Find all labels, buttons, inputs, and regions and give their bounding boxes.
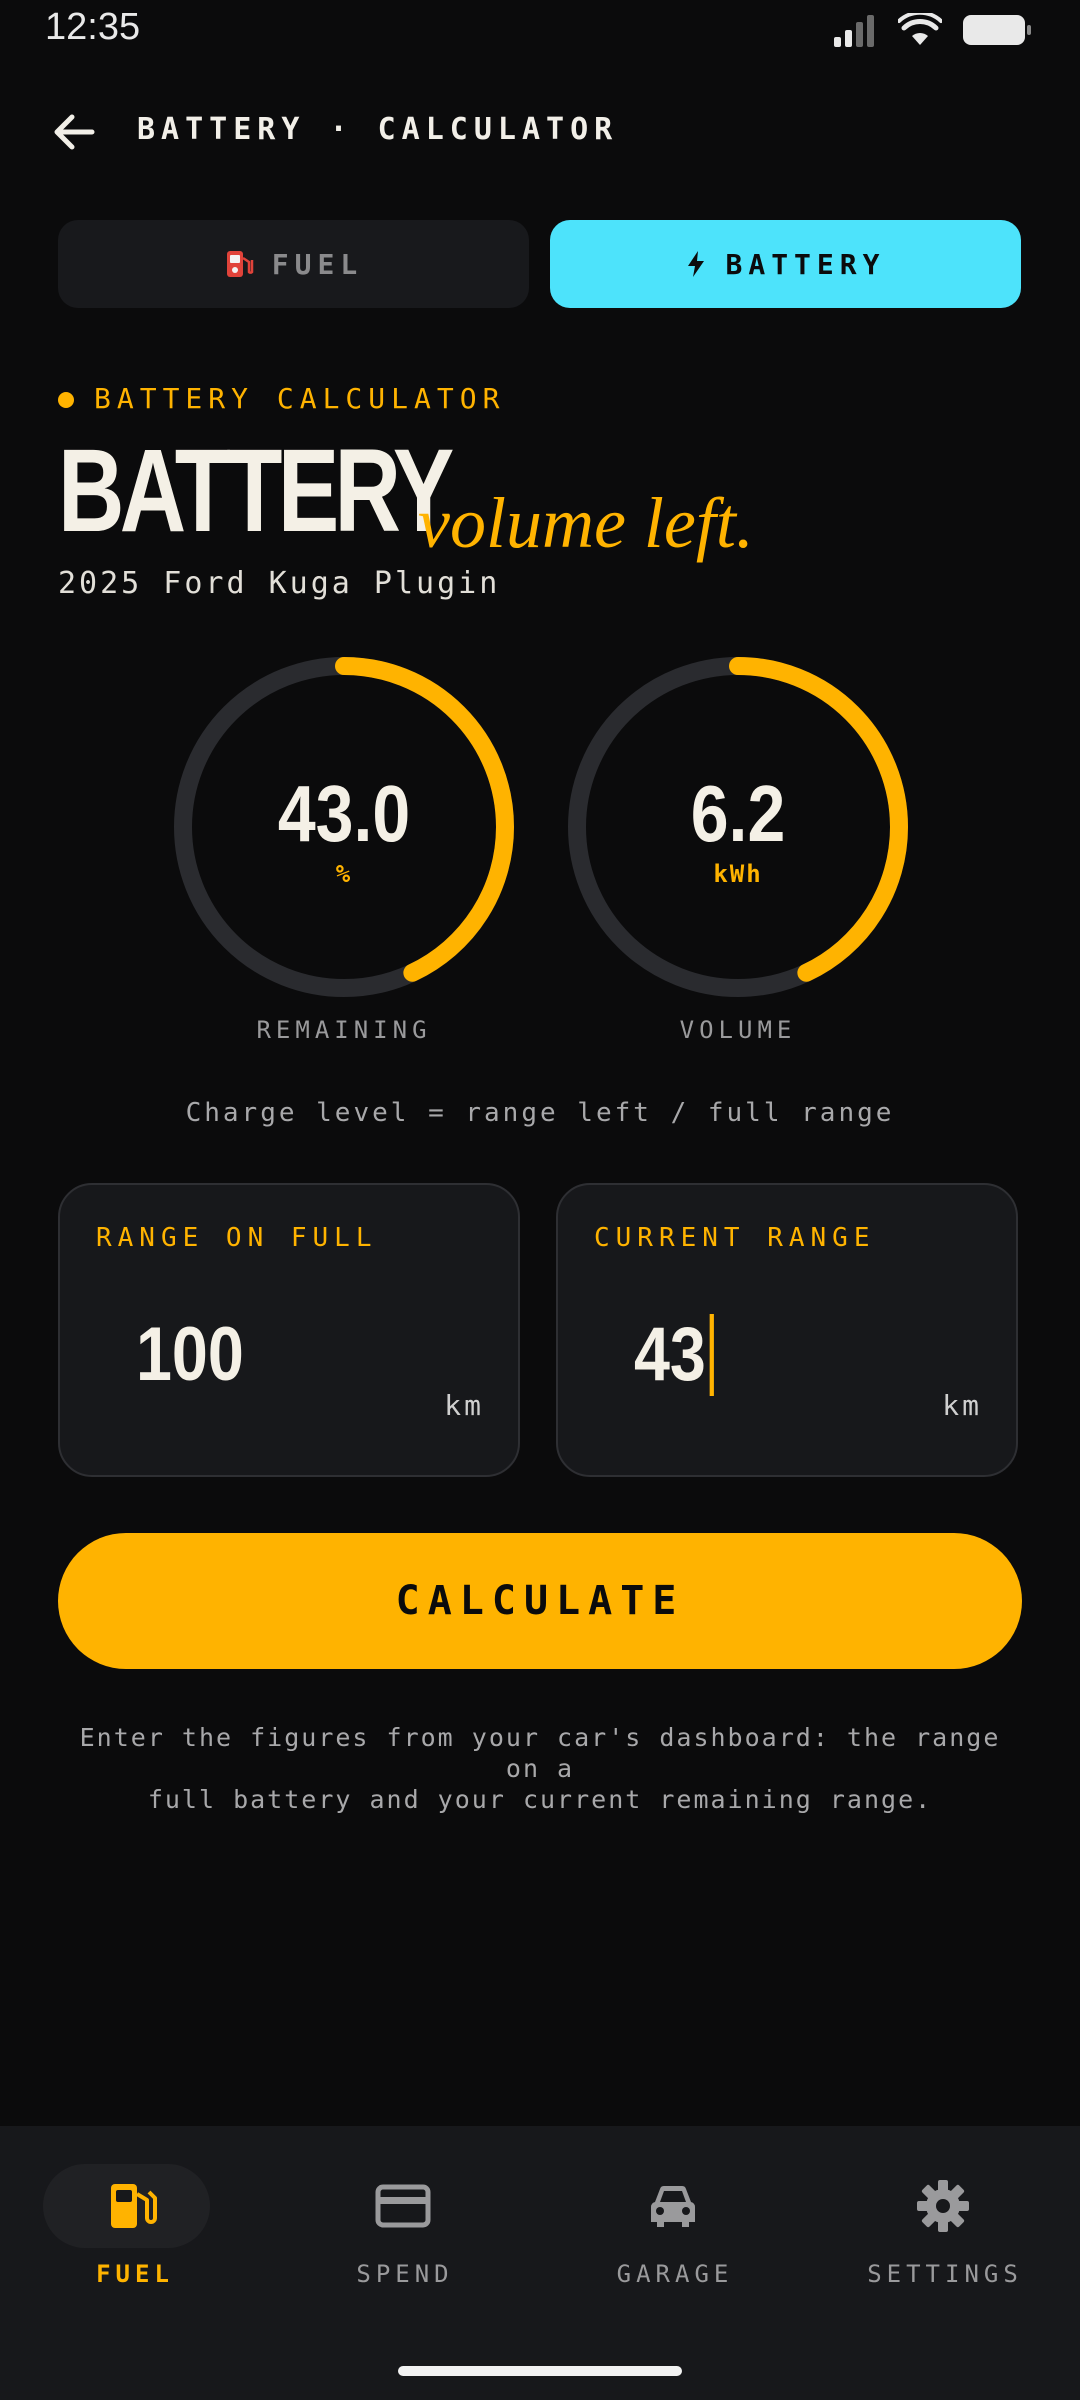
wifi-icon — [898, 13, 942, 45]
status-time: 12:35 — [45, 6, 141, 48]
signal-icon — [834, 15, 874, 47]
volume-unit: kWh — [713, 860, 763, 888]
vehicle-name: 2025 Ford Kuga Plugin — [58, 566, 501, 601]
credit-card-icon — [375, 2184, 431, 2228]
remaining-unit: % — [335, 860, 353, 888]
nav-garage-label: GARAGE — [616, 2260, 734, 2288]
help-text-line-1: Enter the figures from your car's dashbo… — [79, 1723, 1001, 1783]
fuel-pump-icon — [226, 251, 254, 277]
tab-fuel[interactable]: FUEL — [58, 220, 529, 308]
fuel-pump-icon — [111, 2184, 157, 2228]
current-range-unit: km — [942, 1389, 982, 1422]
nav-garage[interactable]: GARAGE — [540, 2126, 810, 2326]
back-arrow-icon[interactable] — [50, 108, 98, 156]
remaining-value: 43.0 — [277, 769, 411, 858]
tab-fuel-label: FUEL — [271, 247, 364, 281]
hero-title-italic: volume left. — [418, 483, 754, 563]
nav-spend[interactable]: SPEND — [270, 2126, 540, 2326]
remaining-label: REMAINING — [256, 1016, 432, 1044]
remaining-gauge: 43.0 % REMAINING — [173, 656, 515, 1044]
help-text: Enter the figures from your car's dashbo… — [58, 1722, 1022, 1815]
eyebrow-dot — [58, 392, 74, 408]
range-on-full-label: RANGE ON FULL — [96, 1223, 378, 1253]
hero-title: BATTERY — [58, 425, 454, 557]
volume-value: 6.2 — [690, 769, 786, 858]
gear-icon — [917, 2180, 969, 2232]
section-eyebrow: BATTERY CALCULATOR — [94, 382, 506, 415]
home-indicator[interactable] — [398, 2366, 682, 2376]
range-on-full-input[interactable]: 100 — [136, 1311, 244, 1398]
range-on-full-card[interactable]: RANGE ON FULL 100 km — [58, 1183, 520, 1477]
current-range-input[interactable]: 43 — [634, 1311, 714, 1398]
calculate-button[interactable]: CALCULATE — [58, 1533, 1022, 1669]
lightning-icon — [688, 251, 705, 277]
text-caret — [709, 1313, 714, 1396]
battery-status-icon — [963, 15, 1031, 45]
nav-fuel-label: FUEL — [96, 2260, 174, 2288]
page-title: BATTERY · CALCULATOR — [137, 112, 619, 147]
nav-fuel[interactable]: FUEL — [0, 2126, 270, 2326]
nav-settings[interactable]: SETTINGS — [810, 2126, 1080, 2326]
nav-settings-label: SETTINGS — [867, 2260, 1023, 2288]
current-range-label: CURRENT RANGE — [594, 1223, 876, 1253]
tab-battery[interactable]: BATTERY — [550, 220, 1021, 308]
tab-battery-label: BATTERY — [725, 247, 886, 281]
range-on-full-unit: km — [444, 1389, 484, 1422]
car-icon — [650, 2185, 696, 2227]
formula-text: Charge level = range left / full range — [185, 1098, 895, 1128]
nav-spend-label: SPEND — [356, 2260, 454, 2288]
range-on-full-value: 100 — [136, 1312, 244, 1397]
current-range-value: 43 — [634, 1312, 706, 1397]
current-range-card[interactable]: CURRENT RANGE 43 km — [556, 1183, 1018, 1477]
help-text-line-2: full battery and your current remaining … — [147, 1785, 933, 1814]
status-icons — [832, 12, 1032, 48]
volume-label: VOLUME — [679, 1016, 797, 1044]
volume-gauge: 6.2 kWh VOLUME — [567, 656, 909, 1044]
bottom-nav: FUEL SPEND GARAGE SETTINGS — [0, 2126, 1080, 2400]
